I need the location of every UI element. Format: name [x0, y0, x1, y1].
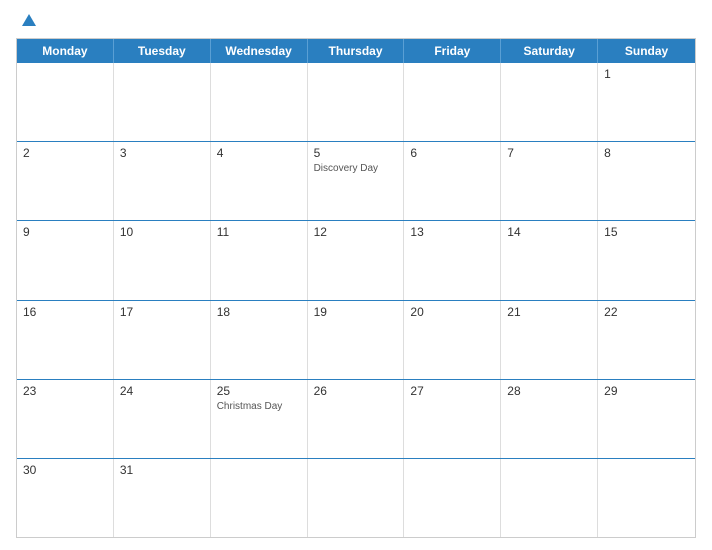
week-row-0: 1 — [17, 63, 695, 141]
day-cell: 14 — [501, 221, 598, 299]
day-header-thursday: Thursday — [308, 39, 405, 63]
day-header-saturday: Saturday — [501, 39, 598, 63]
logo-icon — [20, 12, 38, 30]
day-cell: 8 — [598, 142, 695, 220]
day-cell: 22 — [598, 301, 695, 379]
day-number: 4 — [217, 146, 301, 160]
day-header-friday: Friday — [404, 39, 501, 63]
header — [16, 12, 696, 30]
day-cell: 9 — [17, 221, 114, 299]
logo — [16, 12, 38, 30]
day-number: 9 — [23, 225, 107, 239]
day-number: 13 — [410, 225, 494, 239]
day-cell: 3 — [114, 142, 211, 220]
day-cell: 27 — [404, 380, 501, 458]
day-cell: 26 — [308, 380, 405, 458]
day-cell: 31 — [114, 459, 211, 537]
day-cell — [17, 63, 114, 141]
day-number: 17 — [120, 305, 204, 319]
day-number: 18 — [217, 305, 301, 319]
day-cell: 5 Discovery Day — [308, 142, 405, 220]
day-event: Christmas Day — [217, 400, 301, 413]
week-row-3: 16 17 18 19 20 21 22 — [17, 300, 695, 379]
day-cell: 12 — [308, 221, 405, 299]
calendar: MondayTuesdayWednesdayThursdayFridaySatu… — [16, 38, 696, 538]
day-number: 26 — [314, 384, 398, 398]
day-number: 29 — [604, 384, 689, 398]
day-header-tuesday: Tuesday — [114, 39, 211, 63]
day-header-sunday: Sunday — [598, 39, 695, 63]
day-number: 19 — [314, 305, 398, 319]
day-cell: 16 — [17, 301, 114, 379]
day-cell: 15 — [598, 221, 695, 299]
week-row-4: 23 24 25 Christmas Day 26 27 28 29 — [17, 379, 695, 458]
day-number: 6 — [410, 146, 494, 160]
week-row-5: 30 31 — [17, 458, 695, 537]
day-number: 25 — [217, 384, 301, 398]
day-cell: 20 — [404, 301, 501, 379]
day-number: 24 — [120, 384, 204, 398]
day-cell — [308, 63, 405, 141]
day-header-monday: Monday — [17, 39, 114, 63]
day-number: 11 — [217, 225, 301, 239]
day-cell: 11 — [211, 221, 308, 299]
day-number: 30 — [23, 463, 107, 477]
day-cell — [114, 63, 211, 141]
weeks: 12345Discovery Day6789101112131415161718… — [17, 63, 695, 537]
day-cell: 1 — [598, 63, 695, 141]
day-cell: 13 — [404, 221, 501, 299]
day-number: 5 — [314, 146, 398, 160]
day-cell: 17 — [114, 301, 211, 379]
day-cell: 23 — [17, 380, 114, 458]
day-cell — [308, 459, 405, 537]
day-header-wednesday: Wednesday — [211, 39, 308, 63]
day-cell: 29 — [598, 380, 695, 458]
day-cell: 19 — [308, 301, 405, 379]
day-number: 8 — [604, 146, 689, 160]
day-number: 21 — [507, 305, 591, 319]
day-cell: 2 — [17, 142, 114, 220]
day-cell — [501, 63, 598, 141]
day-number: 28 — [507, 384, 591, 398]
day-number: 31 — [120, 463, 204, 477]
day-cell: 10 — [114, 221, 211, 299]
day-number: 7 — [507, 146, 591, 160]
week-row-2: 9 10 11 12 13 14 15 — [17, 220, 695, 299]
day-number: 1 — [604, 67, 689, 81]
day-number: 3 — [120, 146, 204, 160]
day-cell: 6 — [404, 142, 501, 220]
day-cell — [404, 459, 501, 537]
day-number: 10 — [120, 225, 204, 239]
day-event: Discovery Day — [314, 162, 398, 175]
day-cell: 7 — [501, 142, 598, 220]
day-cell: 18 — [211, 301, 308, 379]
day-number: 16 — [23, 305, 107, 319]
day-number: 2 — [23, 146, 107, 160]
day-cell: 21 — [501, 301, 598, 379]
page: MondayTuesdayWednesdayThursdayFridaySatu… — [0, 0, 712, 550]
day-number: 14 — [507, 225, 591, 239]
day-cell: 24 — [114, 380, 211, 458]
day-number: 20 — [410, 305, 494, 319]
week-row-1: 2345 Discovery Day 678 — [17, 141, 695, 220]
day-cell: 25 Christmas Day — [211, 380, 308, 458]
day-number: 12 — [314, 225, 398, 239]
day-cell — [404, 63, 501, 141]
day-cell: 4 — [211, 142, 308, 220]
day-headers: MondayTuesdayWednesdayThursdayFridaySatu… — [17, 39, 695, 63]
day-number: 22 — [604, 305, 689, 319]
day-number: 15 — [604, 225, 689, 239]
day-number: 23 — [23, 384, 107, 398]
day-cell — [598, 459, 695, 537]
day-cell — [501, 459, 598, 537]
day-cell — [211, 459, 308, 537]
day-cell: 28 — [501, 380, 598, 458]
day-cell: 30 — [17, 459, 114, 537]
day-cell — [211, 63, 308, 141]
day-number: 27 — [410, 384, 494, 398]
